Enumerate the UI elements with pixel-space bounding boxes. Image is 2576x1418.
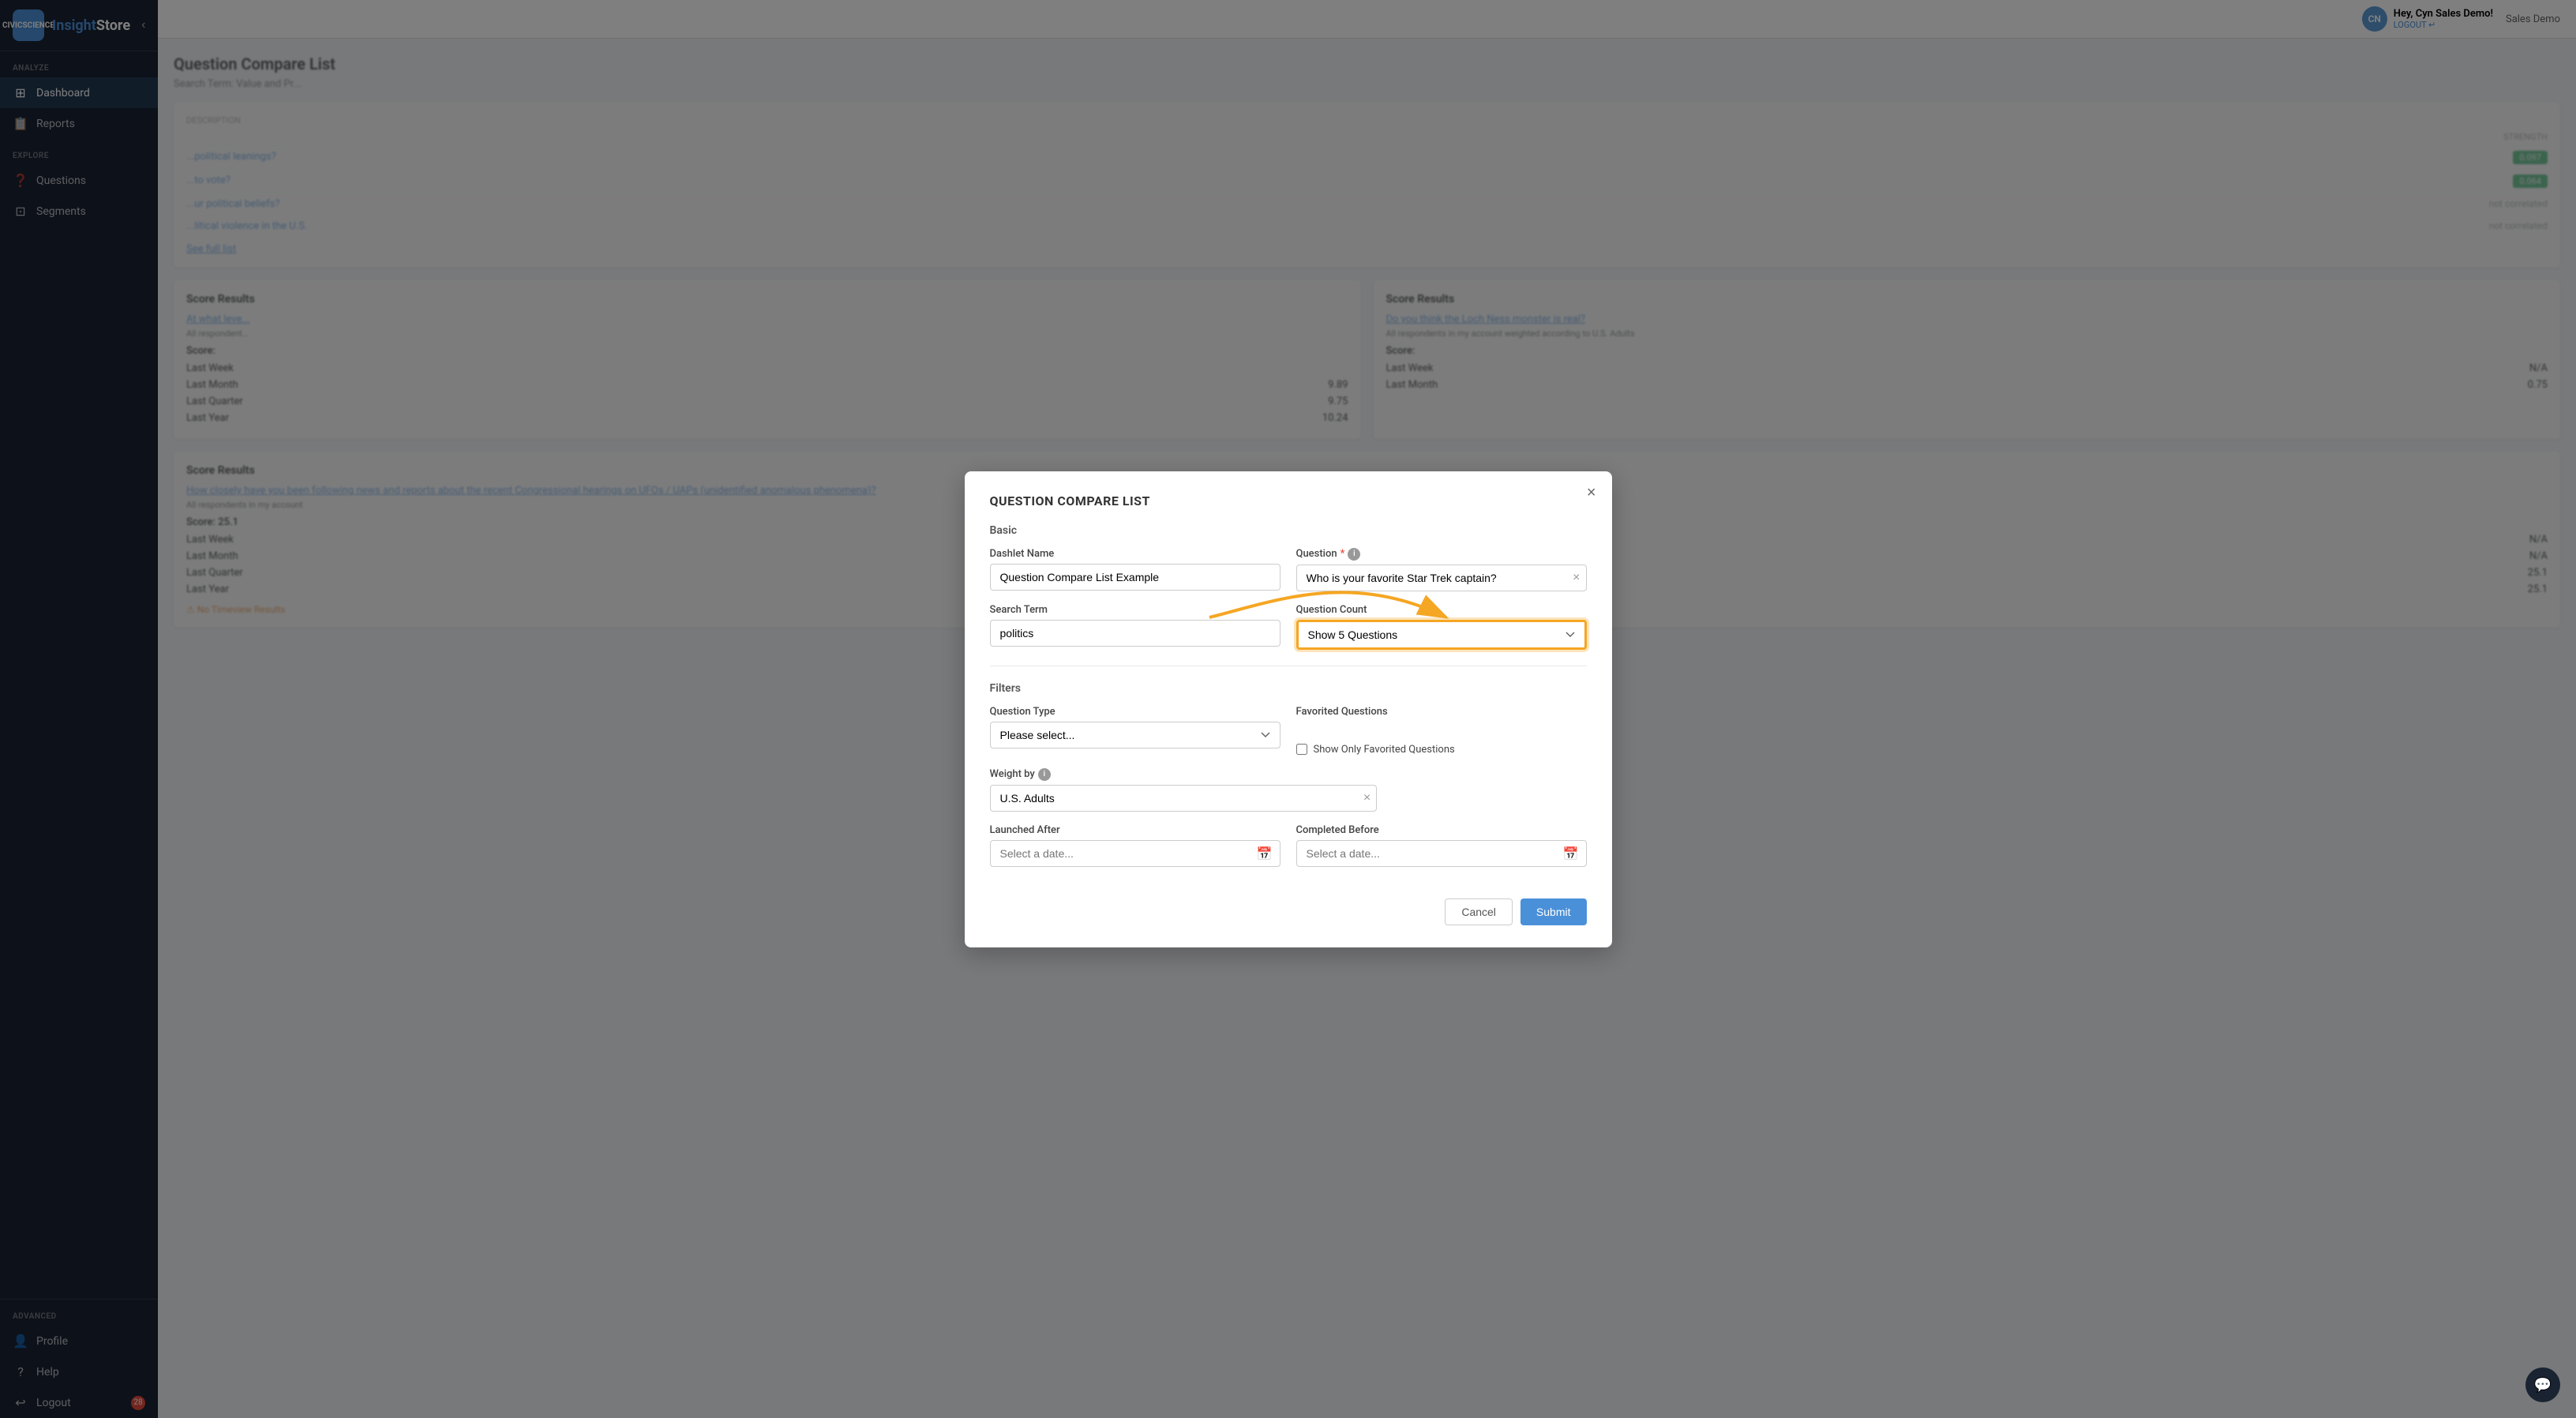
- modal-overlay: QUESTION COMPARE LIST × Basic Dashlet Na…: [158, 0, 2576, 1418]
- favorited-checkbox-label: Show Only Favorited Questions: [1314, 744, 1455, 756]
- question-count-group: Question Count Show 5 Questions Show 10 …: [1296, 604, 1587, 650]
- question-type-label: Question Type: [990, 706, 1281, 718]
- question-clear-button[interactable]: ×: [1573, 571, 1580, 585]
- question-label: Question * i: [1296, 548, 1587, 561]
- question-input[interactable]: [1296, 565, 1587, 591]
- cancel-button[interactable]: Cancel: [1445, 898, 1513, 925]
- weight-by-label: Weight by i: [990, 768, 1378, 781]
- weight-by-group: Weight by i ×: [990, 768, 1378, 812]
- completed-before-label: Completed Before: [1296, 824, 1587, 836]
- weight-by-input[interactable]: [990, 785, 1378, 812]
- weight-input-wrapper: ×: [990, 785, 1378, 812]
- favorited-checkbox[interactable]: [1296, 744, 1307, 755]
- dashlet-name-input[interactable]: [990, 564, 1281, 591]
- basic-section-label: Basic: [990, 524, 1587, 537]
- form-row-search: Search Term Question Count Show 5 Questi…: [990, 604, 1587, 650]
- launched-after-label: Launched After: [990, 824, 1281, 836]
- main-content: CN Hey, Cyn Sales Demo! LOGOUT ↵ Sales D…: [158, 0, 2576, 1418]
- form-row-basic: Dashlet Name Question * i ×: [990, 548, 1587, 591]
- question-count-label: Question Count: [1296, 604, 1587, 616]
- search-term-input[interactable]: [990, 620, 1281, 647]
- favorited-checkbox-row: Show Only Favorited Questions: [1296, 744, 1587, 756]
- launched-after-input[interactable]: [990, 840, 1281, 867]
- form-row-dates: Launched After 📅 Completed Before 📅: [990, 824, 1587, 867]
- weight-info-icon[interactable]: i: [1038, 768, 1051, 781]
- favorited-label: Favorited Questions: [1296, 706, 1587, 718]
- modal-title: QUESTION COMPARE LIST: [990, 493, 1587, 508]
- launched-after-group: Launched After 📅: [990, 824, 1281, 867]
- chat-bubble-button[interactable]: 💬: [2525, 1367, 2560, 1402]
- filters-section-label: Filters: [990, 682, 1587, 695]
- question-count-select[interactable]: Show 5 Questions Show 10 Questions Show …: [1296, 620, 1587, 650]
- completed-before-group: Completed Before 📅: [1296, 824, 1587, 867]
- required-marker: *: [1340, 548, 1345, 560]
- completed-before-input-wrapper: 📅: [1296, 840, 1587, 867]
- question-input-wrapper: ×: [1296, 565, 1587, 591]
- modal-close-button[interactable]: ×: [1587, 484, 1596, 502]
- dashlet-name-group: Dashlet Name: [990, 548, 1281, 591]
- modal-dialog: QUESTION COMPARE LIST × Basic Dashlet Na…: [965, 471, 1612, 947]
- launched-after-input-wrapper: 📅: [990, 840, 1281, 867]
- weight-clear-button[interactable]: ×: [1363, 791, 1370, 805]
- question-group: Question * i ×: [1296, 548, 1587, 591]
- search-term-group: Search Term: [990, 604, 1281, 650]
- search-term-label: Search Term: [990, 604, 1281, 616]
- submit-button[interactable]: Submit: [1520, 898, 1587, 925]
- completed-before-input[interactable]: [1296, 840, 1587, 867]
- question-info-icon[interactable]: i: [1348, 548, 1360, 561]
- question-type-select[interactable]: Please select...: [990, 722, 1281, 748]
- favorited-group: Favorited Questions Show Only Favorited …: [1296, 706, 1587, 756]
- dashlet-name-label: Dashlet Name: [990, 548, 1281, 560]
- question-type-group: Question Type Please select...: [990, 706, 1281, 756]
- form-row-filters: Question Type Please select... Favorited…: [990, 706, 1587, 756]
- form-row-weight: Weight by i ×: [990, 768, 1587, 812]
- modal-footer: Cancel Submit: [990, 886, 1587, 925]
